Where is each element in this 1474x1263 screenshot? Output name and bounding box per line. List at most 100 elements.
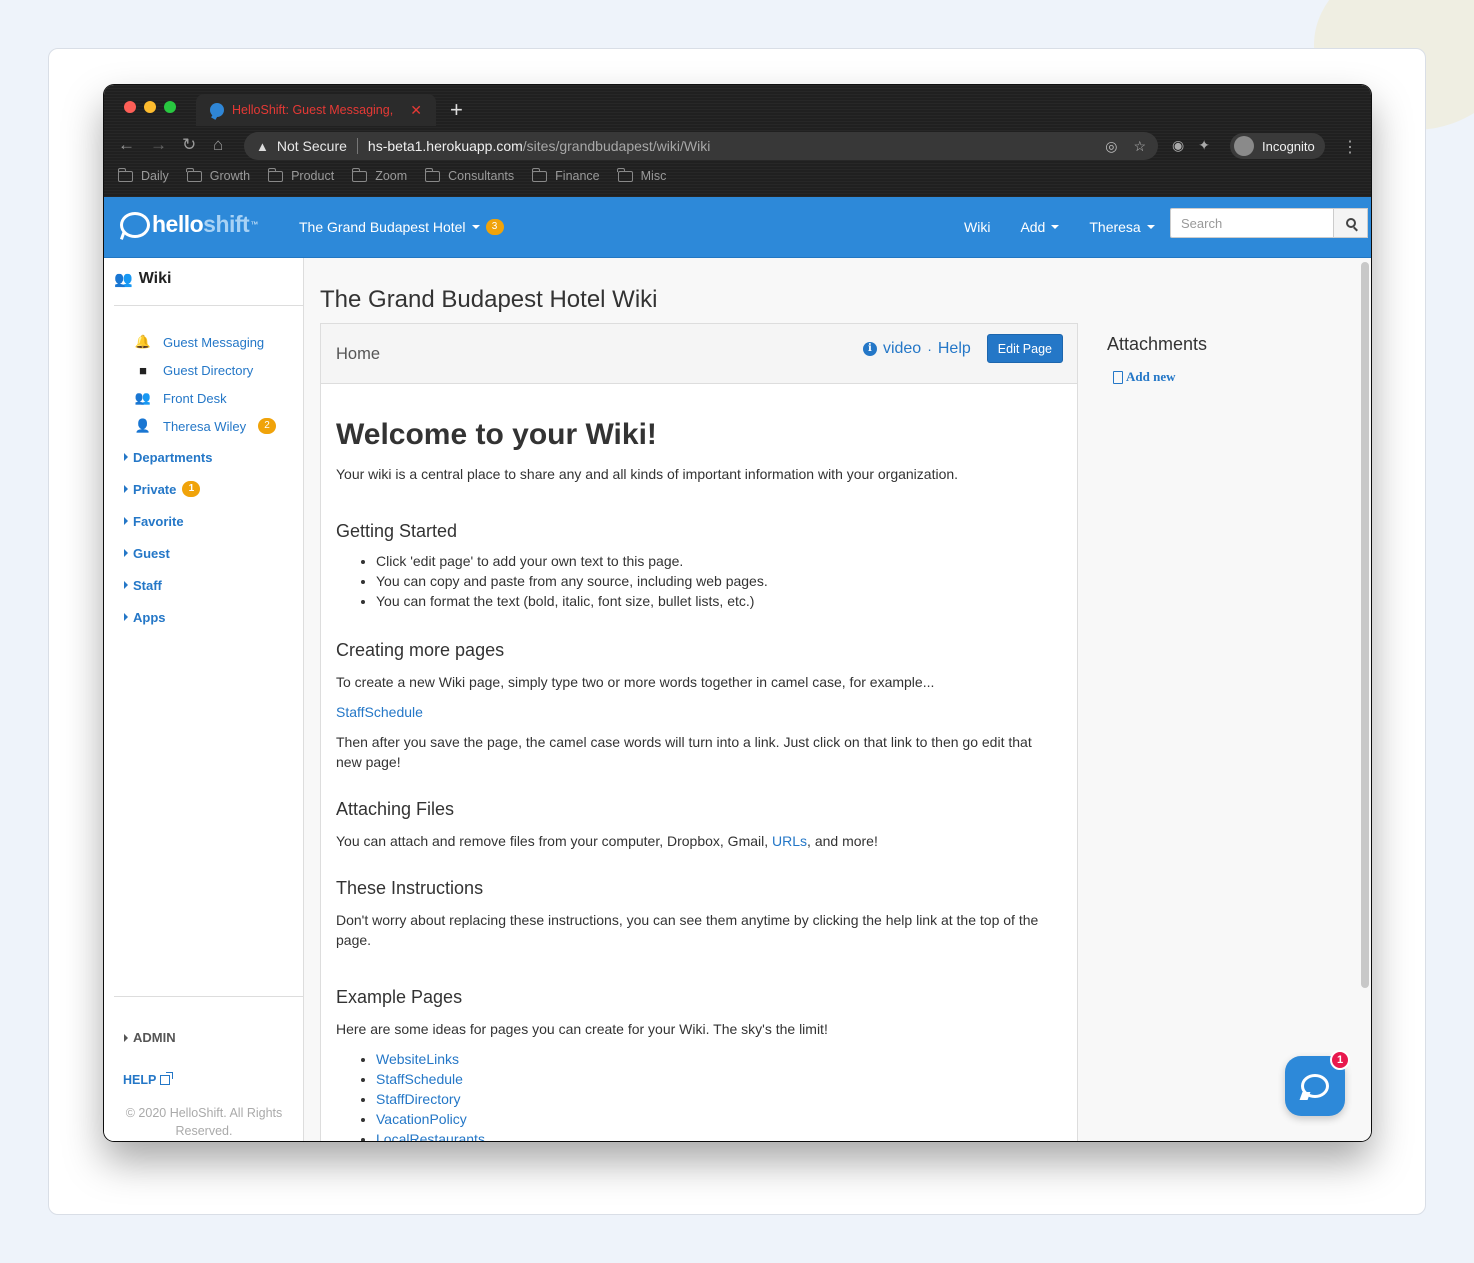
chat-notification-badge: 1 — [1330, 1050, 1350, 1070]
not-secure-label: Not Secure — [276, 138, 347, 154]
panel-header: Home i video · Help Edit Page — [321, 324, 1077, 384]
app-header: hello shift ™ The Grand Budapest Hotel 3 W… — [104, 197, 1371, 258]
bookmark-finance[interactable]: Finance — [531, 167, 600, 183]
minimize-window-button[interactable] — [144, 101, 156, 113]
bookmark-zoom[interactable]: Zoom — [351, 167, 407, 183]
instructions-heading: These Instructions — [336, 878, 484, 898]
bookmark-daily[interactable]: Daily — [117, 167, 169, 183]
sidebar-groups: Departments Private 1 Favorite Guest Staf… — [124, 441, 212, 633]
maximize-window-button[interactable] — [164, 101, 176, 113]
caret-right-icon — [124, 613, 128, 621]
video-link[interactable]: video — [883, 340, 921, 358]
helloshift-logo[interactable]: hello shift ™ — [120, 211, 258, 238]
example-link-line: StaffSchedule — [336, 702, 1056, 722]
hotel-name: The Grand Budapest Hotel — [299, 219, 466, 235]
search-button[interactable] — [1333, 208, 1368, 238]
nav-wiki[interactable]: Wiki — [964, 219, 990, 235]
info-icon: i — [862, 341, 877, 356]
attaching-files-text: You can attach and remove files from you… — [336, 833, 878, 849]
back-arrow-icon[interactable]: ← — [118, 135, 135, 155]
localrestaurants-link[interactable]: LocalRestaurants — [376, 1131, 485, 1141]
sidebar-item-guest-messaging[interactable]: 🔔 Guest Messaging — [132, 328, 276, 356]
tab-close-icon[interactable]: ✕ — [410, 102, 422, 119]
creating-pages-heading: Creating more pages — [336, 640, 505, 660]
staffschedule-example-link[interactable]: StaffSchedule — [376, 1071, 463, 1087]
vacationpolicy-link[interactable]: VacationPolicy — [376, 1111, 467, 1127]
sidebar-group-staff[interactable]: Staff — [124, 569, 212, 601]
scrollbar[interactable] — [1361, 262, 1369, 988]
help-link[interactable]: Help — [938, 340, 971, 358]
sidebar-group-guest[interactable]: Guest — [124, 537, 212, 569]
attaching-files-heading: Attaching Files — [336, 799, 455, 819]
warning-icon: ▲ — [256, 138, 269, 154]
sidebar-item-theresa-wiley[interactable]: 👤 Theresa Wiley 2 — [132, 412, 277, 440]
forward-arrow-icon[interactable]: → — [150, 135, 167, 155]
incognito-profile[interactable]: Incognito — [1230, 133, 1325, 159]
caret-right-icon — [124, 453, 128, 461]
sidebar-group-apps[interactable]: Apps — [124, 601, 212, 633]
omnibox-divider — [356, 138, 358, 154]
caret-down-icon — [471, 225, 480, 229]
sidebar-admin[interactable]: ADMIN — [124, 1030, 176, 1045]
list-item: LocalRestaurants — [376, 1129, 485, 1141]
camera-icon[interactable]: ◉ — [1172, 137, 1184, 154]
home-icon[interactable]: ⌂ — [213, 135, 223, 155]
sidebar-divider — [114, 305, 303, 306]
example-pages-list: WebsiteLinks StaffSchedule StaffDirector… — [376, 1049, 485, 1141]
bookmark-misc[interactable]: Misc — [617, 167, 666, 183]
sidebar-item-front-desk[interactable]: 👥 Front Desk — [132, 384, 276, 412]
address-bar[interactable]: ▲ Not Secure hs-beta1.herokuapp.com/site… — [244, 132, 1158, 160]
main-content: The Grand Budapest Hotel Wiki Home i vid… — [304, 258, 1371, 1141]
url-host: hs-beta1.herokuapp.com — [367, 138, 523, 154]
nav-user-menu[interactable]: Theresa — [1089, 219, 1155, 235]
reload-icon[interactable]: ↻ — [182, 135, 196, 155]
staffschedule-link[interactable]: StaffSchedule — [336, 704, 423, 720]
edit-page-button[interactable]: Edit Page — [986, 334, 1063, 363]
breadcrumb: Home — [336, 345, 381, 363]
example-pages-heading: Example Pages — [336, 987, 463, 1007]
bookmark-consultants[interactable]: Consultants — [424, 167, 514, 183]
caret-right-icon — [124, 517, 128, 525]
close-window-button[interactable] — [124, 101, 136, 113]
sidebar-group-favorite[interactable]: Favorite — [124, 505, 212, 537]
helloshift-favicon-icon — [210, 103, 224, 117]
nav-add-menu[interactable]: Add — [1020, 219, 1060, 235]
intro-text: Your wiki is a central place to share an… — [336, 466, 959, 482]
websitelinks-link[interactable]: WebsiteLinks — [376, 1051, 459, 1067]
sidebar-group-private[interactable]: Private 1 — [124, 473, 212, 505]
creating-pages-text: To create a new Wiki page, simply type t… — [336, 674, 935, 690]
sidebar-item-guest-directory[interactable]: ■ Guest Directory — [132, 356, 276, 384]
eye-off-icon[interactable]: ◎ — [1105, 138, 1117, 155]
star-icon[interactable]: ☆ — [1133, 138, 1146, 155]
tab-title: HelloShift: Guest Messaging, — [232, 103, 394, 117]
urls-link[interactable]: URLs — [772, 833, 807, 849]
bookmark-growth[interactable]: Growth — [186, 167, 250, 183]
sidebar: 👥 Wiki 🔔 Guest Messaging ■ Guest Directo… — [104, 258, 304, 1141]
incognito-icon — [1234, 136, 1254, 156]
add-attachment-link[interactable]: Add new — [1113, 369, 1207, 385]
chat-bubble-logo-icon — [120, 211, 150, 238]
user-icon: 👤 — [134, 418, 152, 433]
omnibox-actions: ◎ ☆ — [1105, 138, 1146, 155]
staffdirectory-link[interactable]: StaffDirectory — [376, 1091, 461, 1107]
new-tab-button[interactable]: + — [450, 97, 463, 123]
caret-down-icon — [1146, 225, 1155, 229]
list-item: WebsiteLinks — [376, 1049, 485, 1069]
puzzle-icon[interactable]: ✦ — [1198, 137, 1210, 154]
search-input[interactable] — [1170, 208, 1333, 238]
page-title: The Grand Budapest Hotel Wiki — [320, 286, 658, 313]
browser-menu-icon[interactable]: ⋮ — [1342, 137, 1358, 157]
browser-tab[interactable]: HelloShift: Guest Messaging, ✕ — [196, 94, 436, 126]
getting-started-heading: Getting Started — [336, 521, 458, 541]
folder-icon — [351, 167, 368, 182]
url-path: /sites/grandbudapest/wiki/Wiki — [522, 138, 711, 154]
private-badge: 1 — [182, 481, 201, 497]
hotel-switcher[interactable]: The Grand Budapest Hotel 3 — [299, 219, 504, 235]
caret-right-icon — [124, 485, 128, 493]
sidebar-help-link[interactable]: HELP — [123, 1072, 174, 1087]
sidebar-group-departments[interactable]: Departments — [124, 441, 212, 473]
bookmark-product[interactable]: Product — [267, 167, 334, 183]
folder-icon: ■ — [139, 362, 147, 378]
caret-right-icon — [124, 549, 128, 557]
folder-icon — [617, 167, 633, 182]
